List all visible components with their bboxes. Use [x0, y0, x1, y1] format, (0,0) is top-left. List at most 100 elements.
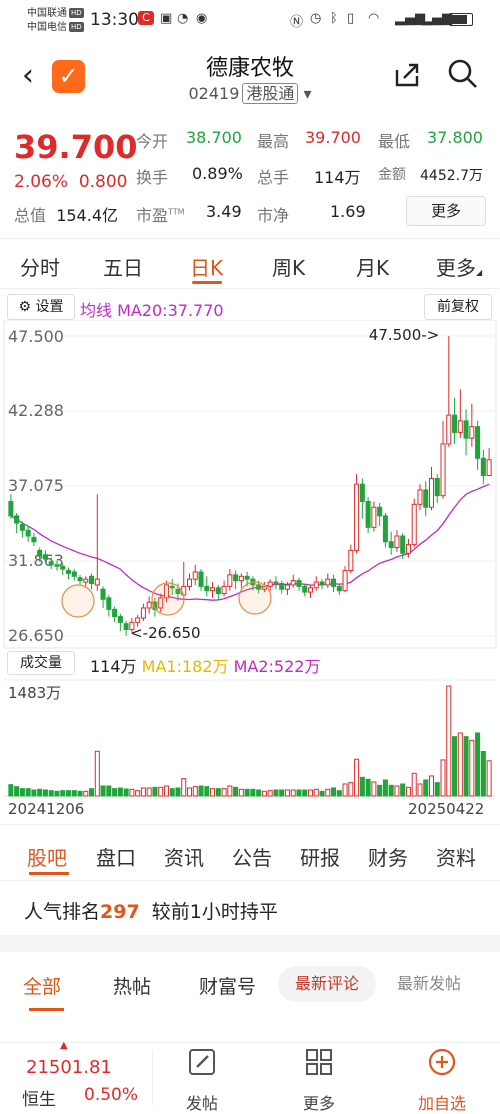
candle: [434, 477, 440, 497]
candle: [319, 581, 325, 586]
candle: [65, 570, 72, 574]
kline-tab-3[interactable]: 周K: [272, 252, 305, 281]
candle: [135, 617, 141, 623]
feed-tab-0[interactable]: 全部: [23, 972, 61, 999]
section-tab-1[interactable]: 盘口: [96, 842, 136, 871]
notification-icon: ▣: [160, 11, 173, 26]
ma-indicator[interactable]: 均线 MA20:37.770: [80, 297, 224, 321]
kline-tab-5[interactable]: 更多◢: [436, 252, 482, 281]
candle: [37, 549, 43, 557]
volume-bar: [210, 788, 216, 797]
candle: [123, 623, 129, 631]
volume-bar: [158, 786, 164, 797]
post-button[interactable]: 发帖: [180, 1090, 224, 1114]
candle: [204, 585, 210, 592]
volume-bar: [273, 789, 279, 797]
volume-bar: [215, 788, 221, 797]
section-tab-5[interactable]: 财务: [368, 842, 408, 871]
candle: [117, 616, 123, 623]
active-tab-underline: [192, 281, 222, 284]
turnover-value: 0.89%: [192, 164, 243, 183]
volume-bar: [446, 685, 452, 797]
candle: [210, 587, 216, 592]
index-value[interactable]: 21501.81: [26, 1057, 112, 1078]
volume-bar: [146, 787, 152, 797]
candle: [198, 571, 204, 587]
add-watchlist-button[interactable]: 加自选: [410, 1090, 474, 1114]
volume-bar: [394, 785, 400, 797]
candle: [365, 500, 371, 528]
volume-bar: [388, 784, 394, 797]
bluetooth-icon: ᛒ: [330, 11, 338, 26]
volume-bar: [140, 787, 146, 797]
kline-tab-4[interactable]: 月K: [356, 252, 389, 281]
kline-tab-0[interactable]: 分时: [20, 252, 60, 281]
volume-bar: [256, 789, 262, 797]
candle: [394, 535, 400, 549]
market-tag: 港股通: [242, 83, 299, 104]
stock-subtitle[interactable]: 02419 港股通 ▾: [0, 80, 500, 104]
latest-post-pill[interactable]: 最新发帖: [380, 966, 478, 1002]
search-icon[interactable]: [447, 58, 479, 97]
candle: [146, 601, 152, 609]
volume-bar: [8, 784, 14, 797]
candle: [463, 420, 469, 439]
candle: [325, 578, 331, 586]
section-tab-4[interactable]: 研报: [300, 842, 340, 871]
section-tab-underline: [29, 872, 69, 875]
add-icon[interactable]: [420, 1046, 464, 1085]
candle: [302, 585, 308, 593]
candle: [411, 503, 417, 546]
volume-bar: [19, 788, 25, 797]
volume-bar: [250, 788, 256, 797]
feed-tab-1[interactable]: 热帖: [113, 972, 151, 999]
highlight-circle: [238, 581, 272, 615]
volume-indicator-button[interactable]: 成交量: [7, 651, 75, 675]
volume-bar: [31, 789, 37, 797]
volume-bar: [152, 786, 158, 797]
candle: [284, 584, 290, 590]
pe-label: 市盈TTM: [136, 206, 185, 225]
kline-tab-2[interactable]: 日K: [190, 252, 223, 281]
chart-settings-button[interactable]: ⚙ 设置: [7, 294, 75, 320]
candle: [267, 581, 273, 587]
volume-bar: [106, 785, 112, 797]
market-cap: 总值 154.4亿: [14, 206, 118, 225]
candle: [238, 575, 244, 582]
volume-bar: [198, 785, 204, 797]
latest-comment-pill[interactable]: 最新评论: [278, 966, 376, 1002]
volume-bar: [37, 788, 43, 797]
candle: [446, 414, 452, 445]
more-quote-button[interactable]: 更多: [406, 196, 486, 226]
volume-bar: [117, 787, 123, 797]
volume-bar: [60, 790, 66, 797]
candle: [140, 607, 146, 619]
popularity-rank: 人气排名297 较前1小时持平: [24, 901, 278, 923]
candlestick-chart[interactable]: 47.500 42.288 37.075 31.863 26.650 47.500-> <-…: [0, 320, 500, 800]
stock-code: 02419: [188, 84, 240, 103]
volume-bar: [135, 790, 141, 797]
kline-tab-1[interactable]: 五日: [103, 252, 143, 281]
candle: [354, 483, 360, 551]
section-tab-0[interactable]: 股吧: [27, 842, 67, 871]
share-icon[interactable]: [392, 60, 422, 97]
volume-bar: [261, 790, 267, 797]
more-button[interactable]: 更多: [297, 1090, 341, 1114]
volume-bar: [54, 790, 60, 797]
adjust-button[interactable]: 前复权: [424, 294, 492, 320]
penguin-icon: ◔: [177, 11, 189, 26]
alarm-icon: ◷: [310, 11, 322, 26]
section-tab-2[interactable]: 资讯: [164, 842, 204, 871]
highlight-circle: [61, 584, 95, 618]
volume-bar: [123, 788, 129, 797]
post-icon[interactable]: [180, 1046, 224, 1085]
section-tab-6[interactable]: 资料: [436, 842, 476, 871]
feed-tab-2[interactable]: 财富号: [199, 972, 256, 999]
chevron-down-icon[interactable]: ▾: [303, 84, 311, 103]
candle: [359, 483, 365, 502]
volume-bar: [354, 758, 360, 797]
volume-bar: [296, 789, 302, 797]
volume-bar: [48, 790, 54, 797]
grid-icon[interactable]: [297, 1046, 341, 1085]
section-tab-3[interactable]: 公告: [232, 842, 272, 871]
